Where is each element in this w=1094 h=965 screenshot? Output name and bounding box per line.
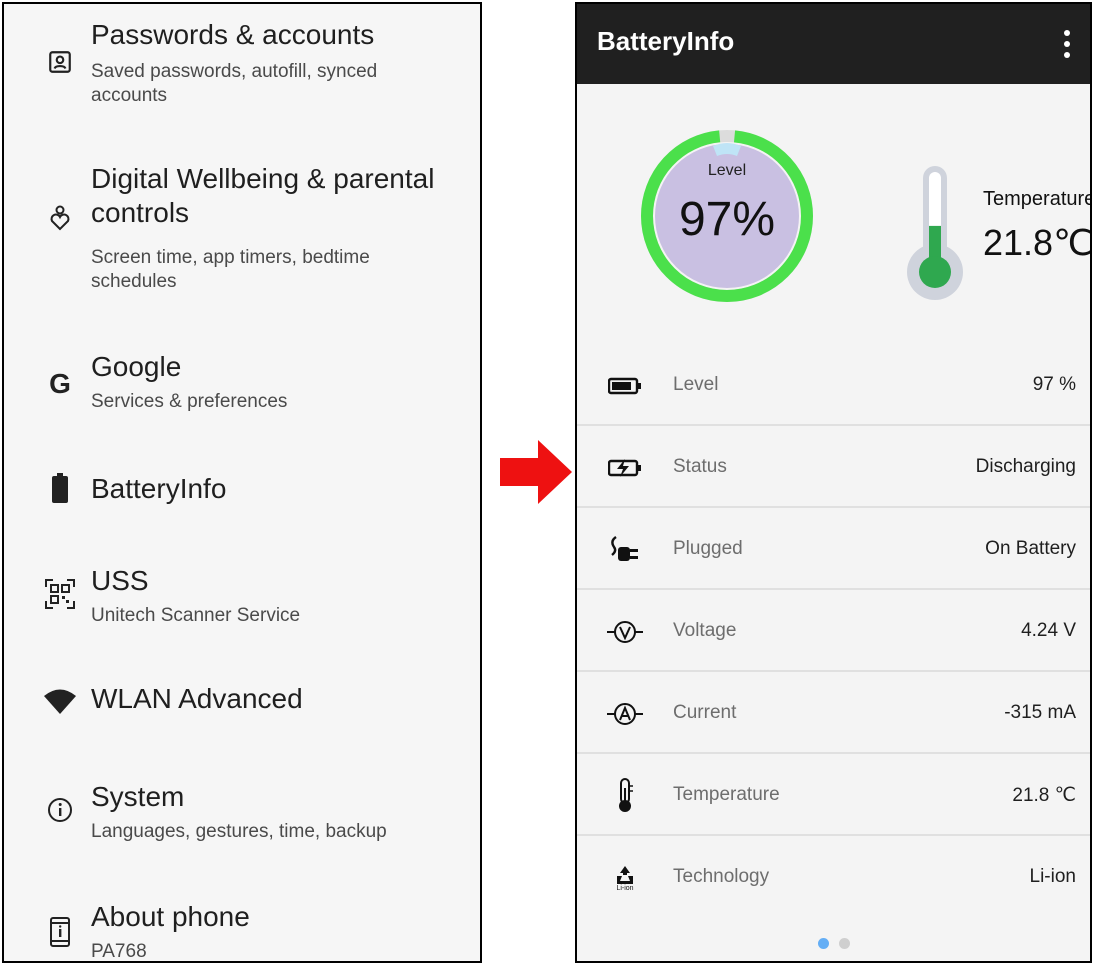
settings-item-title: Google bbox=[91, 351, 182, 382]
info-row-level[interactable]: Level 97 % bbox=[577, 346, 1090, 426]
row-label: Plugged bbox=[673, 538, 743, 559]
settings-item-google[interactable]: G Google Services & preferences bbox=[4, 340, 480, 430]
settings-item-title: Passwords & accounts bbox=[91, 19, 375, 50]
settings-item-passwords-accounts[interactable]: Passwords & accounts Saved passwords, au… bbox=[4, 4, 480, 124]
page-dot[interactable] bbox=[838, 938, 850, 949]
settings-item-title: System bbox=[91, 781, 185, 812]
settings-item-title: WLAN Advanced bbox=[91, 683, 303, 714]
qr-code-icon bbox=[42, 576, 78, 612]
row-label: Status bbox=[673, 456, 727, 477]
plug-icon bbox=[607, 532, 643, 568]
row-label: Level bbox=[673, 374, 719, 395]
settings-item-system[interactable]: System Languages, gestures, time, backup bbox=[4, 768, 480, 858]
settings-panel: Passwords & accounts Saved passwords, au… bbox=[2, 2, 482, 963]
settings-item-title: About phone bbox=[91, 901, 250, 932]
overflow-menu-button[interactable] bbox=[1052, 24, 1082, 64]
settings-item-title: BatteryInfo bbox=[91, 473, 227, 504]
recycle-li-ion-icon: Li-ion bbox=[607, 860, 643, 896]
row-label: Temperature bbox=[673, 784, 780, 805]
settings-item-digital-wellbeing[interactable]: Digital Wellbeing & parental controls Sc… bbox=[4, 154, 480, 314]
google-icon: G bbox=[49, 368, 71, 399]
row-label: Technology bbox=[673, 866, 770, 887]
settings-item-subtitle: Saved passwords, autofill, synced accoun… bbox=[91, 61, 378, 106]
battery-icon bbox=[42, 470, 78, 506]
settings-item-subtitle: Languages, gestures, time, backup bbox=[91, 821, 387, 842]
phone-info-icon bbox=[42, 914, 78, 950]
gauge-label: Level bbox=[707, 162, 747, 179]
wellbeing-icon bbox=[42, 200, 78, 236]
row-value: 4.24 V bbox=[1021, 620, 1076, 641]
app-bar: BatteryInfo bbox=[577, 4, 1090, 84]
settings-item-subtitle: Services & preferences bbox=[91, 391, 288, 412]
info-row-plugged[interactable]: Plugged On Battery bbox=[577, 510, 1090, 590]
batteryinfo-app: BatteryInfo Level 97% Temperature 21.8℃ … bbox=[575, 2, 1092, 963]
temperature-value: 21.8℃ bbox=[983, 222, 1092, 263]
settings-item-title: USS bbox=[91, 565, 149, 596]
settings-item-batteryinfo[interactable]: BatteryInfo bbox=[4, 454, 480, 524]
arrow-right-icon bbox=[500, 440, 572, 504]
info-row-voltage[interactable]: Voltage 4.24 V bbox=[577, 592, 1090, 672]
settings-item-subtitle: Unitech Scanner Service bbox=[91, 605, 301, 626]
voltmeter-icon bbox=[607, 614, 643, 650]
page-dot-active[interactable] bbox=[817, 938, 829, 949]
battery-level-icon bbox=[607, 368, 643, 404]
thermometer-graphic bbox=[907, 166, 963, 300]
row-value: -315 mA bbox=[1004, 702, 1076, 723]
ammeter-icon bbox=[607, 696, 643, 732]
battery-charging-icon bbox=[607, 450, 643, 486]
settings-item-uss[interactable]: USS Unitech Scanner Service bbox=[4, 552, 480, 632]
thermometer-icon bbox=[607, 778, 643, 814]
settings-item-title: Digital Wellbeing & parental controls bbox=[91, 163, 435, 228]
gauge-value: 97% bbox=[678, 193, 776, 246]
wifi-icon bbox=[42, 684, 78, 720]
row-value: Discharging bbox=[975, 456, 1076, 477]
account-box-icon bbox=[42, 44, 78, 80]
settings-item-subtitle: PA768 bbox=[91, 941, 147, 962]
row-value: 21.8 ℃ bbox=[1012, 785, 1076, 806]
page-indicator bbox=[577, 936, 1090, 954]
settings-item-wlan-advanced[interactable]: WLAN Advanced bbox=[4, 666, 480, 736]
row-value: 97 % bbox=[1032, 374, 1076, 395]
info-row-current[interactable]: Current -315 mA bbox=[577, 674, 1090, 754]
technology-icon-caption: Li-ion bbox=[616, 884, 634, 892]
info-row-status[interactable]: Status Discharging bbox=[577, 428, 1090, 508]
settings-item-subtitle: Screen time, app timers, bedtime schedul… bbox=[91, 247, 370, 292]
row-label: Voltage bbox=[673, 620, 737, 641]
temperature-label: Temperature bbox=[983, 188, 1092, 210]
info-icon bbox=[42, 792, 78, 828]
info-row-temperature[interactable]: Temperature 21.8 ℃ bbox=[577, 756, 1090, 836]
row-value: Li-ion bbox=[1029, 866, 1076, 887]
info-row-technology[interactable]: Li-ion Technology Li-ion bbox=[577, 838, 1090, 918]
app-title: BatteryInfo bbox=[597, 26, 735, 56]
row-value: On Battery bbox=[985, 538, 1076, 559]
row-label: Current bbox=[673, 702, 737, 723]
settings-item-about-phone[interactable]: About phone PA768 bbox=[4, 888, 480, 962]
